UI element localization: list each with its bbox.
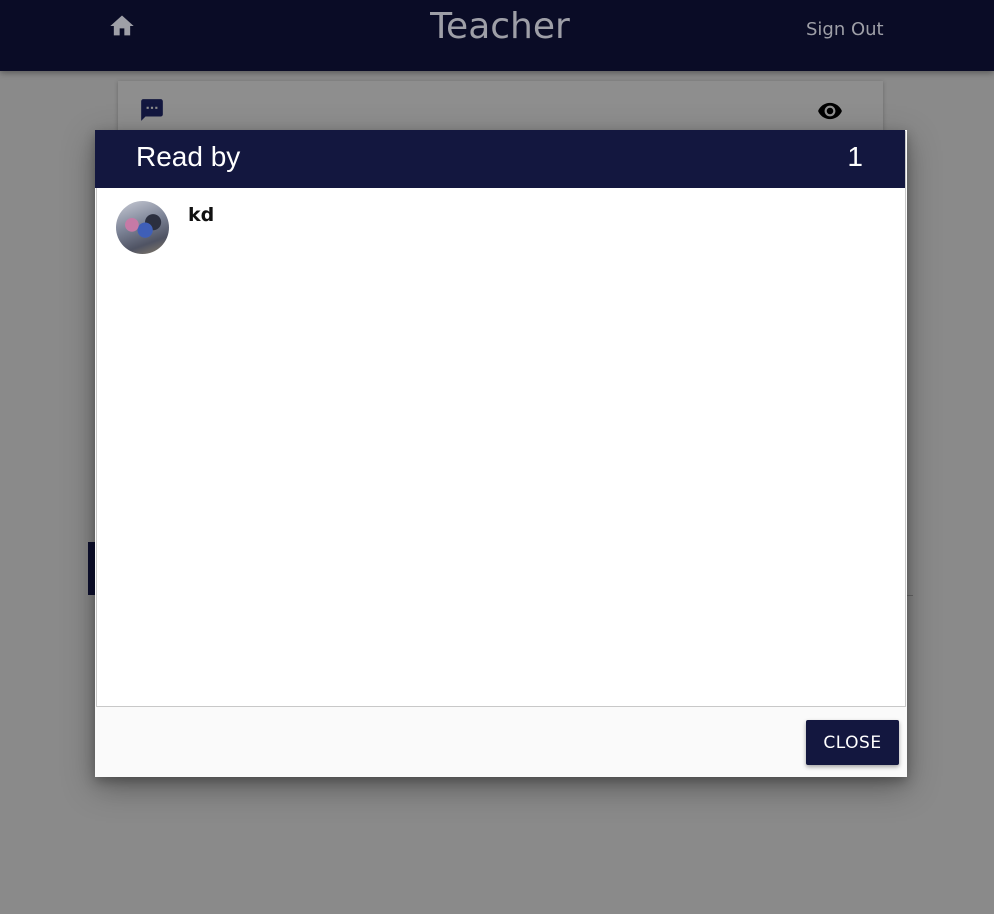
reader-name: kd	[188, 204, 215, 226]
list-item: kd	[116, 201, 876, 257]
dialog-content: kd	[96, 131, 906, 707]
app-bar: Teacher Sign Out	[0, 0, 994, 71]
read-by-dialog: kd Read by 1 CLOSE	[95, 130, 907, 777]
sign-out-link[interactable]: Sign Out	[806, 19, 884, 40]
close-button[interactable]: CLOSE	[806, 720, 899, 765]
avatar	[116, 201, 169, 254]
dialog-header: Read by 1	[95, 130, 905, 188]
read-count: 1	[847, 141, 863, 172]
chat-bubble-icon	[139, 97, 165, 123]
dialog-title: Read by	[136, 141, 241, 172]
eye-icon[interactable]	[816, 98, 844, 124]
